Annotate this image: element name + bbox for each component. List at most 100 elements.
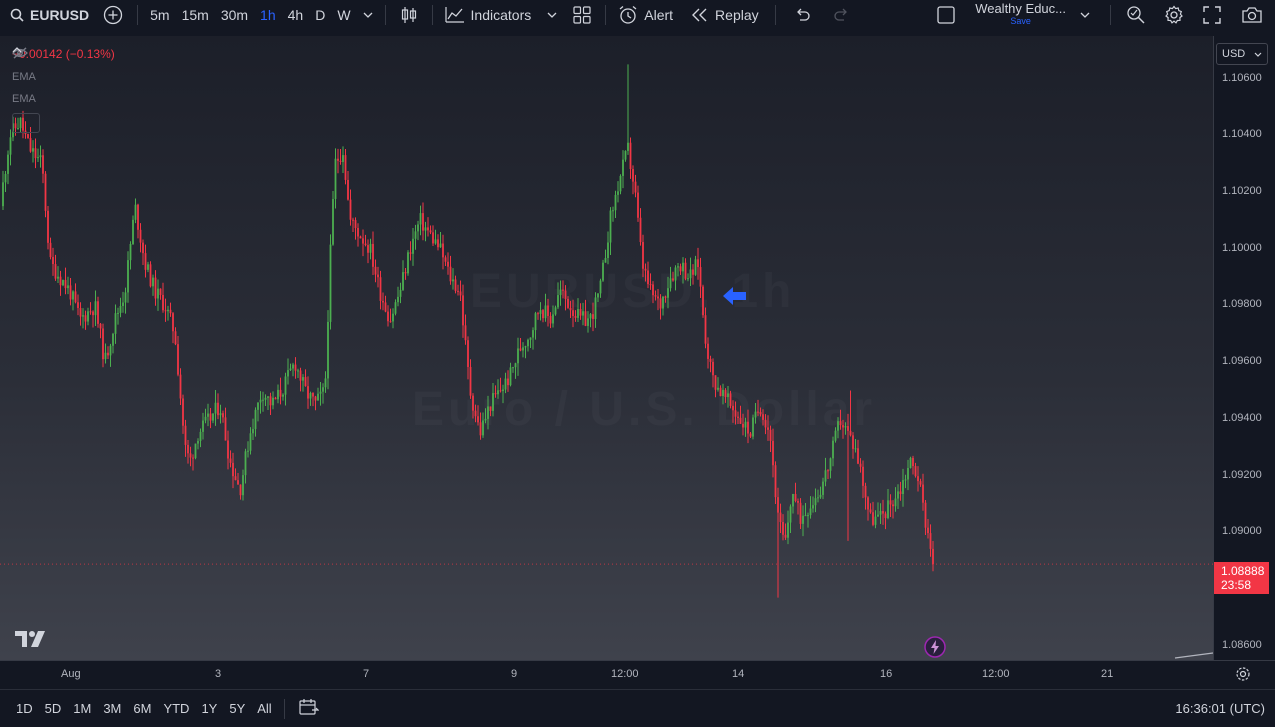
utc-clock[interactable]: 16:36:01 (UTC) <box>1175 701 1265 716</box>
ema-legend-2[interactable]: EMA <box>12 47 115 105</box>
candle-body <box>344 155 347 180</box>
compare-symbol-button[interactable] <box>95 0 131 30</box>
candle-body <box>352 219 354 221</box>
layouts-button[interactable] <box>565 0 599 30</box>
alert-button[interactable]: Alert <box>612 0 681 30</box>
candle-body <box>617 191 619 195</box>
current-price-tag: 1.08888 23:58 <box>1214 562 1269 594</box>
layout-dropdown[interactable] <box>1072 0 1104 30</box>
candle-body <box>332 199 334 245</box>
fullscreen-button[interactable] <box>1193 0 1231 30</box>
candle-body <box>274 397 277 400</box>
chart-type-button[interactable] <box>392 0 426 30</box>
candle-body <box>469 366 472 396</box>
time-tick: 16 <box>880 668 893 680</box>
timeframe-30m[interactable]: 30m <box>215 0 254 30</box>
timeframe-w[interactable]: W <box>331 0 356 30</box>
separator <box>283 698 285 719</box>
undo-button[interactable] <box>782 0 822 30</box>
go-to-date-button[interactable] <box>291 698 327 719</box>
candle-body <box>704 315 707 344</box>
candle-body <box>544 305 547 319</box>
indicators-icon <box>444 6 465 24</box>
candle-body <box>179 374 182 399</box>
candle-body <box>322 387 324 392</box>
candle-body <box>917 476 919 482</box>
candle-body <box>124 292 127 303</box>
candle-body <box>269 396 272 406</box>
timeframe-5m[interactable]: 5m <box>144 0 175 30</box>
candle-body <box>504 378 507 390</box>
candle-body <box>57 276 59 279</box>
currency-button[interactable]: USD <box>1216 43 1268 65</box>
redo-button[interactable] <box>822 0 862 30</box>
lightning-icon <box>924 636 946 658</box>
layout-checkbox[interactable] <box>937 0 969 30</box>
candle-body <box>559 289 562 296</box>
ema-legend-1[interactable]: EMA <box>12 47 115 83</box>
range-1y[interactable]: 1Y <box>195 701 223 716</box>
candle-body <box>112 333 114 346</box>
candle-body <box>809 508 812 516</box>
settings-button[interactable] <box>1155 0 1193 30</box>
candle-body <box>114 313 117 334</box>
candle-body <box>52 257 54 265</box>
indicators-dropdown[interactable] <box>537 0 565 30</box>
candle-body <box>834 430 837 441</box>
candle-body <box>639 217 642 243</box>
candle-body <box>599 280 602 294</box>
candle-body <box>507 378 509 386</box>
candle-body <box>329 244 332 322</box>
bar-countdown: 23:58 <box>1221 578 1252 592</box>
timeframe-dropdown[interactable] <box>357 0 379 30</box>
range-ytd[interactable]: YTD <box>157 701 195 716</box>
symbol-search[interactable]: EURUSD <box>0 0 95 30</box>
candle-body <box>364 243 367 246</box>
timeframe-1h[interactable]: 1h <box>254 0 282 30</box>
timeframe-4h[interactable]: 4h <box>282 0 310 30</box>
candle-body <box>134 204 137 220</box>
candle-body <box>864 485 867 498</box>
timeframe-d[interactable]: D <box>309 0 331 30</box>
candle-body <box>287 370 289 377</box>
candle-body <box>814 498 817 506</box>
candle-body <box>404 272 407 274</box>
timeframe-15m[interactable]: 15m <box>176 0 215 30</box>
price-tick: 1.09200 <box>1222 468 1262 481</box>
indicators-button[interactable]: Indicators <box>439 0 538 30</box>
replay-button[interactable]: Replay <box>681 0 769 30</box>
candle-body <box>229 458 232 463</box>
candle-body <box>747 421 749 434</box>
range-3m[interactable]: 3M <box>97 701 127 716</box>
save-label: Save <box>1010 16 1031 26</box>
candle-body <box>467 340 469 367</box>
chevron-down-icon <box>1080 12 1090 18</box>
candle-body <box>247 450 249 452</box>
range-5d[interactable]: 5D <box>39 701 68 716</box>
quick-search-button[interactable] <box>1117 0 1155 30</box>
candle-body <box>129 243 132 261</box>
range-5y[interactable]: 5Y <box>223 701 251 716</box>
candle-body <box>484 418 487 421</box>
candle-body <box>497 390 499 395</box>
candle-body <box>589 314 592 319</box>
range-1d[interactable]: 1D <box>0 701 39 716</box>
axis-settings-button[interactable] <box>1235 666 1251 687</box>
alarm-clock-icon <box>618 5 638 25</box>
grid-icon <box>573 6 591 24</box>
candle-body <box>742 423 744 428</box>
candle-body <box>577 309 579 318</box>
candle-body <box>879 511 882 515</box>
layout-name-button[interactable]: Wealthy Educ... Save <box>969 0 1072 30</box>
snapshot-button[interactable] <box>1231 0 1275 30</box>
range-6m[interactable]: 6M <box>127 701 157 716</box>
range-all[interactable]: All <box>251 701 277 716</box>
range-1m[interactable]: 1M <box>67 701 97 716</box>
candle-body <box>619 175 622 192</box>
candle-body <box>724 389 727 398</box>
chart-pane[interactable]: EURUSD, 1h Euro / U.S. Dollar −0.00142 (… <box>0 36 1213 660</box>
time-tick: 14 <box>732 668 745 680</box>
legend-collapse-button[interactable] <box>12 47 40 133</box>
candle-body <box>422 213 424 231</box>
candle-body <box>762 414 764 420</box>
